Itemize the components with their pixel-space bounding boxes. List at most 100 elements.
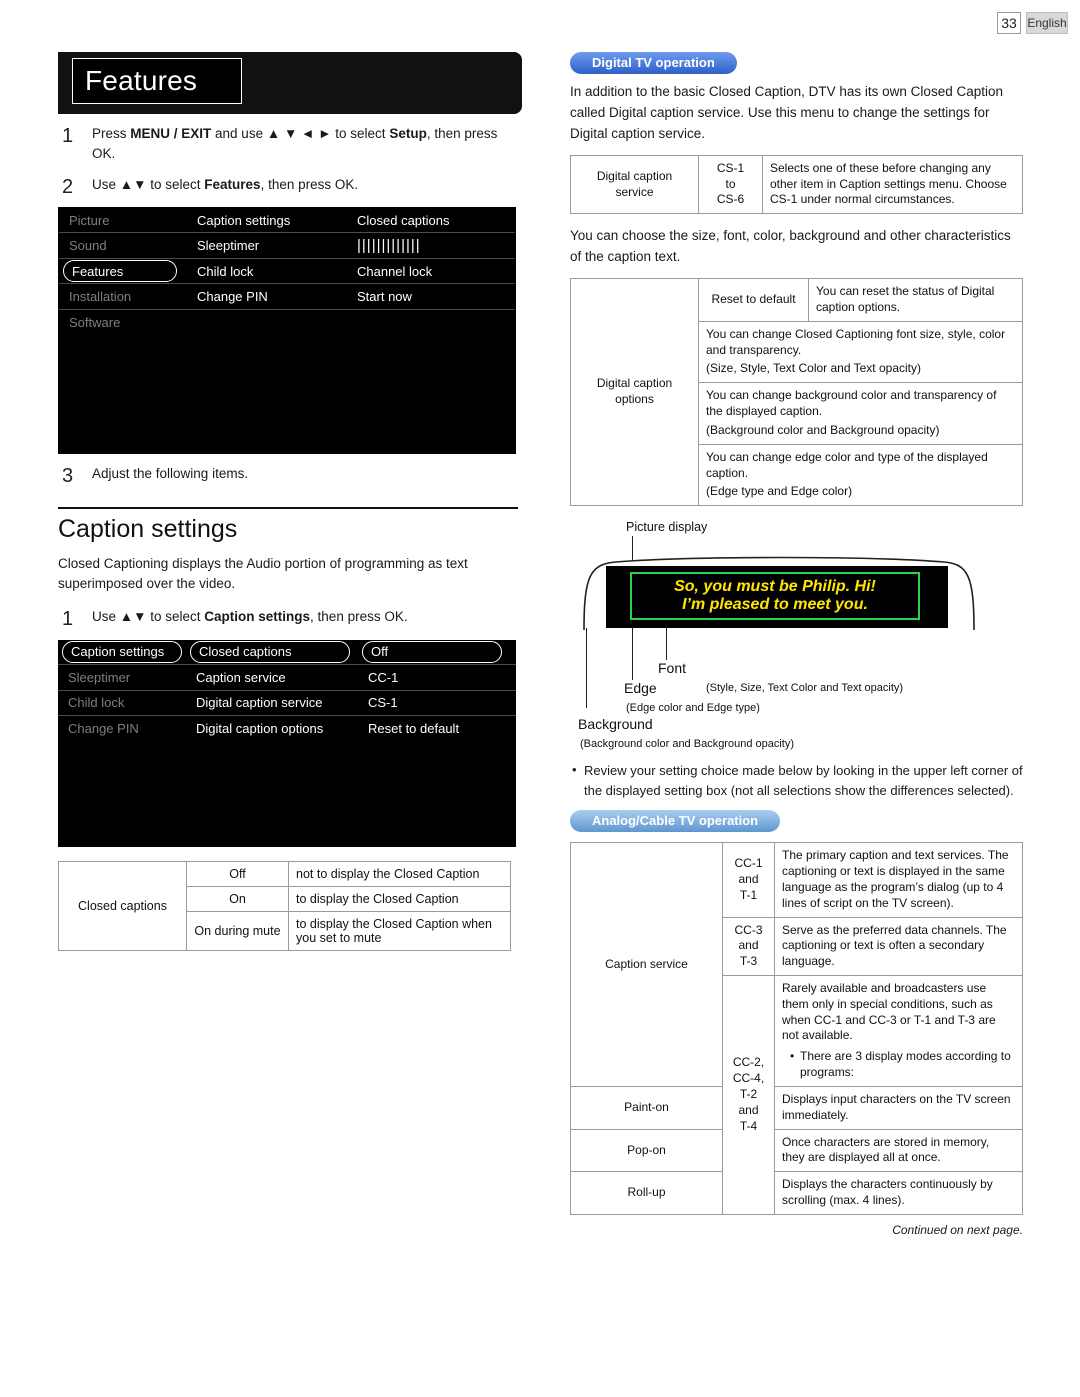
menu-item-child-lock[interactable]: Child lock bbox=[187, 259, 347, 285]
menu2-value-reset-to-default[interactable]: Reset to default bbox=[358, 716, 516, 742]
step-cs-text: Use ▲▼ to select Caption settings, then … bbox=[92, 609, 408, 625]
code-line: T-3 bbox=[739, 954, 758, 969]
menu2-col1-cell[interactable]: Caption settings bbox=[58, 640, 186, 666]
row-edge-options: You can change edge color and type of th… bbox=[698, 443, 1023, 507]
menu-item-picture[interactable]: Picture bbox=[59, 208, 187, 234]
tv-menu2-empty-area bbox=[58, 741, 516, 847]
row-label-caption-service: Caption service bbox=[570, 842, 723, 1087]
menu2-value-off[interactable]: Off bbox=[362, 640, 502, 663]
menu-item-caption-settings[interactable]: Caption settings bbox=[187, 208, 347, 234]
menu2-item-closed-captions[interactable]: Closed captions bbox=[190, 640, 350, 663]
menu2-item-digital-caption-service[interactable]: Digital caption service bbox=[186, 691, 358, 717]
bullet-review-setting: Review your setting choice made below by… bbox=[570, 760, 1025, 800]
table-desc-on: to display the Closed Caption bbox=[288, 885, 511, 912]
tv-menu-features: Picture Caption settings Closed captions… bbox=[58, 206, 516, 455]
table-label-closed-captions: Closed captions bbox=[58, 860, 187, 951]
step-2-number: 2 bbox=[62, 175, 74, 198]
step-1-number: 1 bbox=[62, 125, 74, 147]
mode-name-paint-on: Paint-on bbox=[570, 1085, 723, 1130]
table-caption-service: Caption service CC-1 and T-1 The primary… bbox=[570, 842, 1023, 1215]
features-banner: Features bbox=[58, 52, 522, 114]
right-column: Digital TV operation In addition to the … bbox=[570, 52, 1025, 1237]
step-caption-settings: 1 Use ▲▼ to select Caption settings, the… bbox=[58, 607, 518, 630]
code-line: T-2 bbox=[739, 1087, 758, 1102]
language-badge: English bbox=[1026, 12, 1068, 34]
menu-item-sleeptimer[interactable]: Sleeptimer bbox=[187, 233, 347, 259]
step-3-text: Adjust the following items. bbox=[92, 466, 249, 482]
menu2-item-digital-caption-options[interactable]: Digital caption options bbox=[186, 716, 358, 742]
step-2-text: Use ▲▼ to select Features, then press OK… bbox=[92, 176, 359, 192]
row-desc-cc1-t1: The primary caption and text services. T… bbox=[774, 842, 1023, 918]
background-leader-line bbox=[586, 628, 587, 709]
row-desc-cc2-cc4-text: Rarely available and broadcasters use th… bbox=[782, 981, 996, 1043]
mode-desc-paint-on: Displays input characters on the TV scre… bbox=[774, 1085, 1023, 1130]
code-line: T-1 bbox=[739, 887, 758, 902]
code-line: CC-4, bbox=[732, 1071, 765, 1086]
row-code-cc2-cc4-t2-t4: CC-2, CC-4, T-2 and T-4 bbox=[722, 975, 775, 1215]
menu-value-sleeptimer-bars: ||||||||||||| bbox=[347, 233, 515, 259]
table-row: Closed captions Off not to display the C… bbox=[58, 860, 511, 951]
row-label-digital-caption-service: Digital caption service bbox=[570, 154, 699, 215]
font-note: (Style, Size, Text Color and Text opacit… bbox=[706, 682, 904, 695]
table-row: Paint-on Displays input characters on th… bbox=[570, 1085, 1023, 1130]
menu-item-features[interactable]: Features bbox=[63, 260, 177, 282]
badge-digital-tv-operation: Digital TV operation bbox=[570, 52, 737, 74]
mode-desc-pop-on: Once characters are stored in memory, th… bbox=[774, 1128, 1023, 1173]
badge-analog-wrap: Analog/Cable TV operation bbox=[570, 810, 1025, 833]
continued-on-next-page: Continued on next page. bbox=[892, 1222, 1023, 1237]
menu2-item-caption-settings[interactable]: Caption settings bbox=[62, 640, 182, 663]
left-column: Features 1 Press MENU / EXIT and use ▲ ▼… bbox=[58, 52, 522, 951]
tv-menu-row: Picture Caption settings Closed captions bbox=[59, 208, 515, 234]
menu-item-closed-captions[interactable]: Closed captions bbox=[347, 208, 515, 234]
edge-label: Edge bbox=[624, 680, 657, 697]
menu2-item-sleeptimer[interactable]: Sleeptimer bbox=[58, 665, 186, 691]
font-label: Font bbox=[658, 660, 687, 677]
table-row: Pop-on Once characters are stored in mem… bbox=[570, 1128, 1023, 1173]
menu-spacer bbox=[347, 310, 515, 336]
row-note-background: (Background color and Background opacity… bbox=[706, 422, 940, 437]
row-value-cs-range: CS-1 to CS-6 bbox=[698, 154, 763, 215]
tv-menu-row: Features Child lock Channel lock bbox=[59, 259, 515, 285]
table-row: Caption service CC-1 and T-1 The primary… bbox=[570, 842, 1023, 1087]
row-note-font: (Size, Style, Text Color and Text opacit… bbox=[706, 361, 921, 376]
digital-options-intro: You can choose the size, font, color, ba… bbox=[570, 228, 1011, 265]
table-digital-caption-options: Digital caption options Reset to default… bbox=[570, 278, 1023, 507]
features-banner-title: Features bbox=[72, 58, 242, 104]
step-1-text: Press MENU / EXIT and use ▲ ▼ ◄ ► to sel… bbox=[92, 126, 498, 162]
tv-menu-row: Installation Change PIN Start now bbox=[59, 284, 515, 310]
menu-item-channel-lock[interactable]: Channel lock bbox=[347, 259, 515, 285]
tv-menu-row: Sleeptimer Caption service CC-1 bbox=[58, 665, 516, 691]
table-desc-on-during-mute: to display the Closed Caption when you s… bbox=[288, 910, 511, 951]
caption-text-line-2: I’m pleased to meet you. bbox=[682, 596, 868, 614]
code-line: T-4 bbox=[739, 1118, 758, 1133]
menu2-col3-cell[interactable]: Off bbox=[358, 640, 516, 666]
menu2-col2-cell[interactable]: Closed captions bbox=[186, 640, 358, 666]
digital-intro-text: In addition to the basic Closed Caption,… bbox=[570, 84, 1003, 141]
row-label-digital-caption-options: Digital caption options bbox=[570, 278, 699, 507]
menu-item-change-pin[interactable]: Change PIN bbox=[187, 284, 347, 310]
table-row: Digital caption options Reset to default… bbox=[570, 278, 1023, 507]
tv-menu-caption-settings: Caption settings Closed captions Off Sle… bbox=[58, 639, 516, 847]
cs-value-line-1: CS-1 bbox=[716, 160, 745, 175]
row-desc-edge: You can change edge color and type of th… bbox=[706, 449, 988, 480]
row-desc-cc3-t3: Serve as the preferred data channels. Th… bbox=[774, 916, 1023, 977]
row-desc-cc2-cc4: Rarely available and broadcasters use th… bbox=[774, 975, 1023, 1087]
menu2-item-child-lock[interactable]: Child lock bbox=[58, 691, 186, 717]
menu-item-software[interactable]: Software bbox=[59, 310, 187, 336]
menu2-item-change-pin[interactable]: Change PIN bbox=[58, 716, 186, 742]
mode-desc-roll-up: Displays the characters continuously by … bbox=[774, 1171, 1023, 1215]
row-code-cc1-t1: CC-1 and T-1 bbox=[722, 842, 775, 918]
menu2-value-cc1[interactable]: CC-1 bbox=[358, 665, 516, 691]
menu-item-installation[interactable]: Installation bbox=[59, 284, 187, 310]
menu-item-start-now[interactable]: Start now bbox=[347, 284, 515, 310]
row-note-edge: (Edge type and Edge color) bbox=[706, 484, 853, 499]
caption-text-line-1: So, you must be Philip. Hi! bbox=[674, 578, 876, 596]
menu-item-sound[interactable]: Sound bbox=[59, 233, 187, 259]
menu2-item-caption-service[interactable]: Caption service bbox=[186, 665, 358, 691]
menu-item-features-cell[interactable]: Features bbox=[59, 259, 187, 285]
code-line: and bbox=[738, 938, 759, 953]
menu2-value-cs1[interactable]: CS-1 bbox=[358, 691, 516, 717]
section-intro-text: Closed Captioning displays the Audio por… bbox=[58, 555, 468, 592]
tv-menu-row: Child lock Digital caption service CS-1 bbox=[58, 691, 516, 717]
page-number: 33 bbox=[997, 12, 1021, 34]
